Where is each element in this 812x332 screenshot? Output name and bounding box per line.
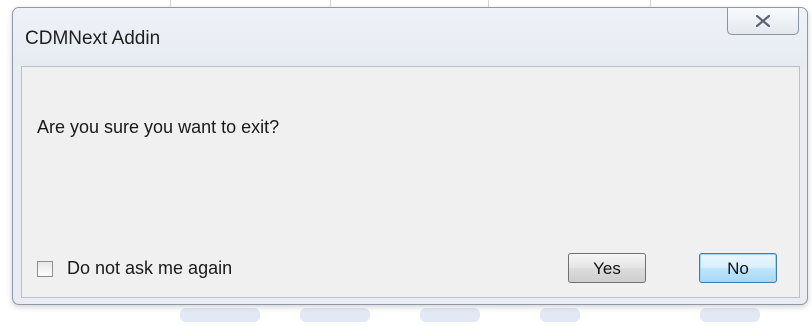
close-icon bbox=[756, 15, 770, 27]
background-element bbox=[420, 308, 480, 322]
yes-button[interactable]: Yes bbox=[568, 253, 646, 283]
dialog-body: Are you sure you want to exit? Do not as… bbox=[21, 66, 800, 298]
background-element bbox=[180, 308, 260, 322]
no-button[interactable]: No bbox=[699, 253, 777, 283]
do-not-ask-label[interactable]: Do not ask me again bbox=[67, 258, 232, 279]
confirm-exit-dialog: CDMNext Addin Are you sure you want to e… bbox=[12, 7, 808, 305]
close-button[interactable] bbox=[727, 8, 799, 35]
background-element bbox=[540, 308, 580, 322]
background-element bbox=[300, 308, 370, 322]
do-not-ask-checkbox[interactable] bbox=[37, 260, 53, 277]
title-bar: CDMNext Addin bbox=[13, 8, 807, 66]
do-not-ask-option[interactable]: Do not ask me again bbox=[37, 258, 232, 279]
confirm-message: Are you sure you want to exit? bbox=[37, 117, 280, 137]
background-element bbox=[700, 308, 760, 322]
dialog-title: CDMNext Addin bbox=[25, 28, 161, 49]
